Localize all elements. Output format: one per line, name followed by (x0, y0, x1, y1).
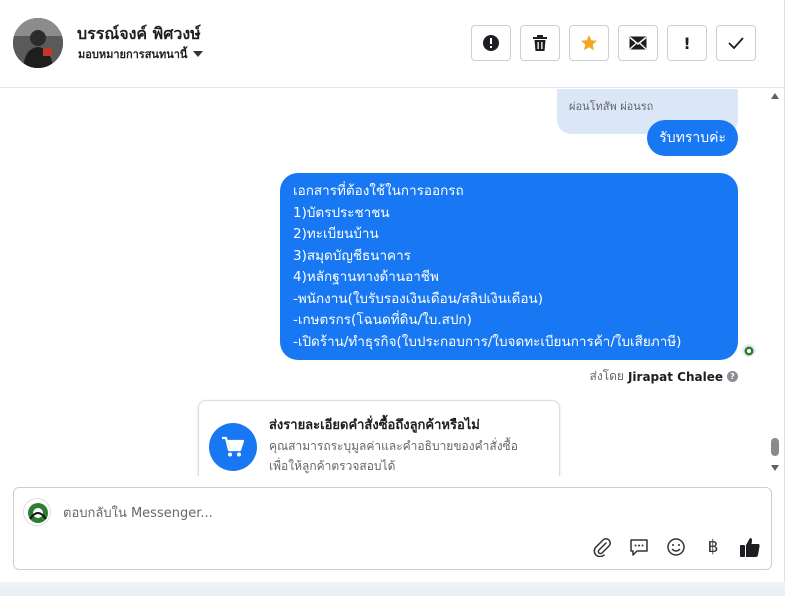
help-icon[interactable]: ? (727, 371, 738, 382)
message-thread: ผ่อนโทสัพ ผ่อนรถ รับทราบค่ะ เอกสารที่ต้อ… (0, 89, 766, 476)
mark-spam-button[interactable] (471, 25, 511, 61)
exclamation-icon: ! (683, 33, 691, 53)
assign-label: มอบหมายการสนทนานี้ (78, 48, 188, 61)
composer-toolbar: ฿ (591, 536, 761, 558)
checkmark-icon (728, 37, 744, 49)
conversation-actions: ! (471, 25, 756, 61)
reply-composer: ฿ (13, 487, 772, 570)
sent-by-name: Jirapat Chalee (627, 369, 723, 384)
order-card-description: คุณสามารถระบุมูลค่าและคำอธิบายของคำสั่งซ… (269, 439, 518, 473)
baht-icon: ฿ (707, 537, 719, 557)
sent-by-prefix: ส่งโดย (589, 369, 624, 383)
reply-input[interactable] (63, 502, 663, 524)
star-button[interactable] (569, 25, 609, 61)
chevron-down-icon (193, 51, 204, 57)
mark-unread-button[interactable] (618, 25, 658, 61)
thread-scrollbar[interactable] (767, 89, 783, 476)
delete-button[interactable] (520, 25, 560, 61)
alert-circle-icon (483, 35, 499, 51)
message-bubble-documents[interactable]: เอกสารที่ต้องใช้ในการออกรถ 1)บัตรประชาชน… (280, 173, 738, 360)
envelope-icon (629, 36, 647, 50)
attach-button[interactable] (591, 536, 613, 558)
conversation-header: บรรณ์จงค์ พิศวงษ์ มอบหมายการสนทนานี้ ! (0, 0, 784, 88)
shopping-cart-icon (209, 423, 257, 471)
contact-avatar[interactable] (13, 18, 63, 68)
order-details-card[interactable]: ส่งรายละเอียดคำสั่งซื้อถึงลูกค้าหรือไม่ … (198, 400, 560, 476)
page-avatar (23, 498, 51, 526)
star-shape (581, 35, 597, 51)
window-bottom-edge (0, 582, 785, 596)
payment-button[interactable]: ฿ (702, 536, 724, 558)
smiley-icon (667, 538, 685, 556)
thumbs-up-icon (740, 538, 760, 557)
seen-avatar (742, 343, 756, 357)
trash-icon (533, 35, 547, 51)
emoji-button[interactable] (665, 536, 687, 558)
order-card-title: ส่งรายละเอียดคำสั่งซื้อถึงลูกค้าหรือไม่ (269, 418, 480, 433)
star-icon (581, 35, 597, 51)
scroll-down-arrow-icon[interactable] (771, 465, 779, 471)
follow-up-button[interactable]: ! (667, 25, 707, 61)
like-button[interactable] (739, 536, 761, 558)
scroll-thumb[interactable] (771, 438, 779, 456)
chat-bubble-icon (630, 539, 648, 556)
assign-conversation-dropdown[interactable]: มอบหมายการสนทนานี้ (78, 45, 204, 63)
paperclip-icon (593, 538, 611, 557)
sent-by-label: ส่งโดย Jirapat Chalee ? (589, 367, 738, 386)
scroll-up-arrow-icon[interactable] (771, 93, 779, 99)
saved-replies-button[interactable] (628, 536, 650, 558)
message-bubble-short[interactable]: รับทราบค่ะ (647, 120, 738, 156)
inbox-conversation-window: บรรณ์จงค์ พิศวงษ์ มอบหมายการสนทนานี้ ! ผ… (0, 0, 785, 582)
mark-done-button[interactable] (716, 25, 756, 61)
contact-name: บรรณ์จงค์ พิศวงษ์ (77, 24, 201, 43)
